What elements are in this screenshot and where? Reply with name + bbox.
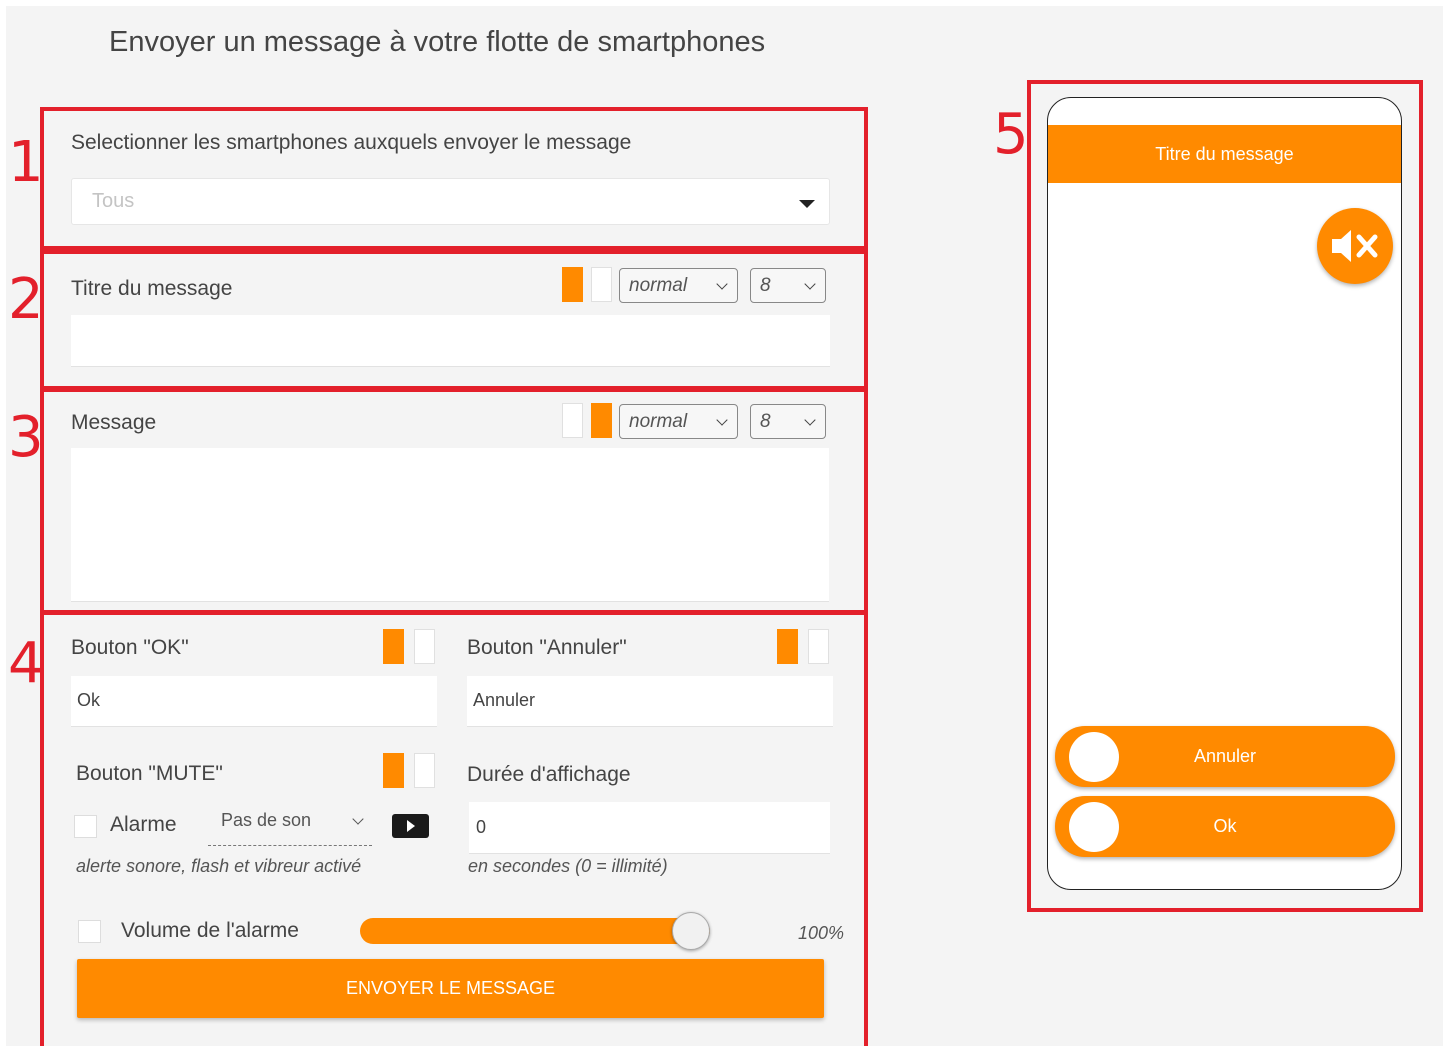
annotation-number-1: 1 (8, 130, 44, 195)
message-textarea[interactable] (71, 448, 829, 602)
title-size-select[interactable]: 8 (750, 268, 826, 303)
display-duration-value: 0 (476, 817, 487, 837)
annotation-number-4: 4 (8, 631, 44, 696)
send-message-button[interactable]: ENVOYER LE MESSAGE (77, 959, 824, 1018)
speaker-mute-icon (1332, 230, 1378, 262)
ok-text-color-swatch[interactable] (383, 629, 404, 664)
message-label: Message (71, 411, 157, 434)
alarm-sound-value: Pas de son (221, 810, 312, 830)
title-input[interactable] (71, 315, 830, 367)
alarm-volume-value: 100% (798, 923, 845, 943)
title-background-color-swatch[interactable] (591, 267, 612, 302)
alarm-label: Alarme (110, 813, 177, 836)
title-size-value: 8 (760, 275, 771, 296)
annotation-number-3: 3 (8, 405, 44, 470)
message-style-value: normal (629, 411, 688, 432)
alarm-volume-slider-handle[interactable] (672, 912, 710, 950)
cancel-button-input[interactable]: Annuler (467, 676, 833, 727)
chevron-down-icon (804, 278, 816, 290)
message-style-select[interactable]: normal (619, 404, 738, 439)
preview-mute-button (1317, 208, 1393, 284)
ok-button-input[interactable]: Ok (71, 676, 437, 727)
chevron-down-icon (716, 278, 728, 290)
preview-ok-label: Ok (1213, 816, 1237, 836)
chevron-down-icon (804, 414, 816, 426)
play-sound-button[interactable] (392, 814, 429, 838)
message-text-color-swatch[interactable] (562, 403, 583, 438)
recipients-select[interactable]: Tous (71, 178, 830, 225)
alarm-checkbox[interactable] (74, 815, 97, 838)
chevron-down-icon (716, 414, 728, 426)
alarm-volume-slider[interactable] (360, 912, 710, 950)
mute-button-label: Bouton "MUTE" (76, 762, 223, 785)
recipients-select-value: Tous (92, 190, 135, 212)
alarm-sound-select[interactable]: Pas de son (208, 801, 372, 846)
alarm-volume-label: Volume de l'alarme (121, 919, 299, 942)
display-duration-input[interactable]: 0 (469, 802, 830, 854)
title-text-color-swatch[interactable] (562, 267, 583, 302)
preview-cancel-label: Annuler (1193, 746, 1257, 766)
page-title: Envoyer un message à votre flotte de sma… (109, 26, 766, 58)
chevron-down-icon (352, 813, 364, 825)
cancel-background-color-swatch[interactable] (808, 629, 829, 664)
caret-down-icon (799, 200, 815, 208)
mute-background-color-swatch[interactable] (414, 753, 435, 788)
cancel-text-color-swatch[interactable] (777, 629, 798, 664)
title-style-value: normal (629, 275, 688, 296)
message-size-select[interactable]: 8 (750, 404, 826, 439)
ok-button-label: Bouton "OK" (71, 636, 189, 659)
display-duration-hint: en secondes (0 = illimité) (468, 856, 668, 876)
alarm-hint: alerte sonore, flash et vibreur activé (76, 856, 362, 876)
title-style-select[interactable]: normal (619, 268, 738, 303)
message-size-value: 8 (760, 411, 771, 432)
phone-preview: Titre du message Annuler Ok (1047, 97, 1402, 890)
alarm-volume-checkbox[interactable] (78, 920, 101, 943)
preview-ok-button: Ok (1055, 796, 1395, 857)
title-label: Titre du message (71, 277, 233, 300)
preview-message-title: Titre du message (1048, 125, 1401, 183)
ok-button-input-value: Ok (77, 690, 101, 710)
annotation-number-5: 5 (993, 102, 1029, 167)
message-background-color-swatch[interactable] (591, 403, 612, 438)
preview-cancel-button: Annuler (1055, 726, 1395, 787)
ok-background-color-swatch[interactable] (414, 629, 435, 664)
cancel-button-input-value: Annuler (473, 690, 536, 710)
recipients-label: Selectionner les smartphones auxquels en… (71, 131, 632, 154)
display-duration-label: Durée d'affichage (467, 763, 631, 786)
cancel-button-label: Bouton "Annuler" (467, 636, 627, 659)
mute-text-color-swatch[interactable] (383, 753, 404, 788)
play-icon (407, 820, 415, 832)
annotation-number-2: 2 (8, 267, 44, 332)
